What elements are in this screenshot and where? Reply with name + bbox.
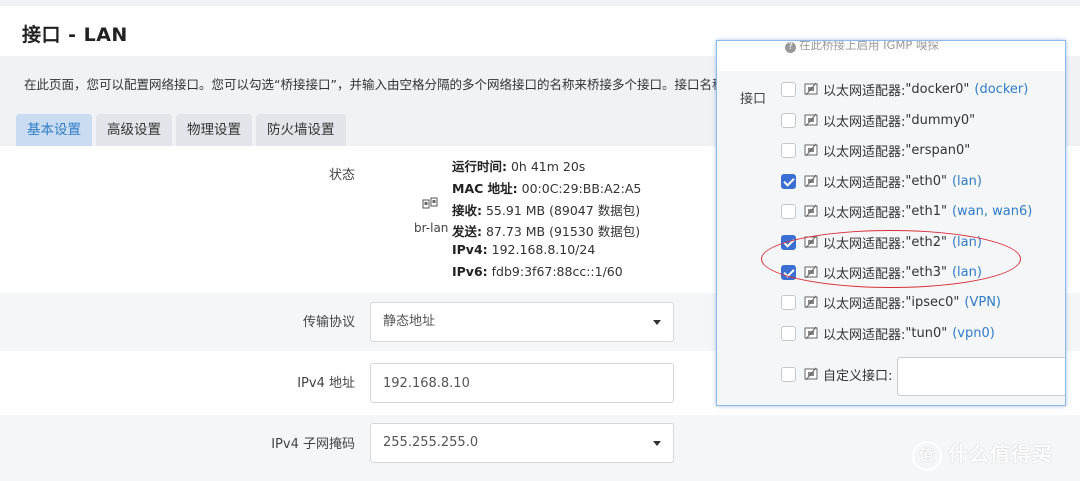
interface-option-zone: (vpn0) — [952, 325, 995, 341]
stat-mac: MAC 地址: 00:0C:29:BB:A2:A5 — [452, 178, 641, 197]
status-device: br-lan — [414, 221, 449, 235]
ethernet-adapter-icon — [804, 295, 818, 309]
interface-option-label: 以太网适配器: — [823, 296, 906, 312]
netmask-select[interactable]: 255.255.255.0 — [370, 423, 674, 463]
uptime-label: 运行时间: — [452, 159, 507, 174]
interface-checkbox[interactable] — [781, 173, 796, 189]
custom-interface-option[interactable]: 自定义接口: — [781, 364, 892, 384]
igmp-hint-text: 在此桥接上启用 IGMP 嗅探 — [799, 40, 939, 52]
interface-option-name: "dummy0" — [905, 112, 976, 128]
interface-checkbox[interactable] — [781, 81, 796, 97]
interface-option-label: 以太网适配器: — [823, 175, 906, 191]
interface-option-zone: (wan, wan6) — [951, 203, 1033, 219]
interface-option[interactable]: 以太网适配器: "erspan0" — [781, 140, 970, 160]
ipv4-label: IPv4: — [452, 242, 488, 257]
interface-option-name: "eth1" — [905, 203, 947, 219]
popup-hint-area: ? 在此桥接上启用 IGMP 嗅探 — [717, 41, 1065, 71]
interface-option-name: "tun0" — [905, 325, 948, 341]
ethernet-adapter-icon — [804, 367, 818, 381]
ipv4-address-input[interactable] — [370, 363, 674, 403]
interface-checkbox[interactable] — [781, 142, 796, 158]
interface-option-zone: (VPN) — [964, 294, 1002, 310]
tab-basic-settings[interactable]: 基本设置 — [16, 114, 92, 146]
custom-interface-label: 自定义接口: — [823, 368, 893, 384]
watermark-text: 什么值得买 — [948, 442, 1053, 466]
protocol-label: 传输协议 — [302, 315, 355, 330]
tx-value: 87.73 MB (91530 数据包) — [485, 224, 641, 239]
stat-ipv4: IPv4: 192.168.8.10/24 — [452, 242, 595, 257]
ipv6-value: fdb9:3f67:88cc::1/60 — [491, 264, 623, 279]
interface-checkbox[interactable] — [781, 325, 796, 341]
stat-tx: 发送: 87.73 MB (91530 数据包) — [452, 221, 640, 240]
interface-option[interactable]: 以太网适配器: "docker0" (docker) — [781, 79, 1028, 99]
ipv4-address-label: IPv4 地址 — [297, 376, 355, 391]
ethernet-adapter-icon — [804, 204, 818, 218]
mac-value: 00:0C:29:BB:A2:A5 — [521, 181, 642, 196]
interface-option[interactable]: 以太网适配器: "ipsec0" (VPN) — [781, 292, 1001, 312]
status-label: 状态 — [328, 168, 355, 183]
interface-option-zone: (docker) — [974, 81, 1029, 97]
interface-dropdown-panel: ? 在此桥接上启用 IGMP 嗅探 接口 以太网适配器: "docker0" (do… — [716, 40, 1066, 406]
tab-bar: 基本设置 高级设置 物理设置 防火墙设置 — [16, 114, 350, 146]
uptime-value: 0h 41m 20s — [510, 159, 586, 174]
interface-option-label: 以太网适配器: — [823, 114, 906, 130]
interface-option-label: 以太网适配器: — [823, 205, 906, 221]
watermark: 值什么值得买 — [912, 438, 1053, 471]
rx-label: 接收: — [452, 203, 482, 218]
ethernet-adapter-icon — [804, 113, 818, 127]
interface-label: 接口 — [740, 92, 767, 107]
interface-option-label: 以太网适配器: — [823, 83, 906, 99]
interface-option-name: "docker0" — [905, 81, 970, 97]
protocol-value: 静态地址 — [383, 314, 436, 329]
protocol-select[interactable]: 静态地址 — [370, 302, 674, 342]
interface-checkbox[interactable] — [781, 112, 796, 128]
rx-value: 55.91 MB (89047 数据包) — [485, 203, 641, 218]
interface-checkbox[interactable] — [781, 294, 796, 310]
tab-firewall-settings[interactable]: 防火墙设置 — [256, 114, 346, 146]
interface-option[interactable]: 以太网适配器: "dummy0" — [781, 110, 975, 130]
interface-option-name: "erspan0" — [905, 142, 971, 158]
ethernet-adapter-icon — [804, 82, 818, 96]
interface-checkbox[interactable] — [781, 203, 796, 219]
interface-option-name: "ipsec0" — [905, 294, 960, 310]
interface-option-name: "eth0" — [905, 173, 947, 189]
watermark-logo-icon: 值 — [912, 440, 942, 471]
custom-interface-checkbox[interactable] — [781, 366, 796, 382]
ipv6-label: IPv6: — [452, 264, 488, 279]
tab-physical-settings[interactable]: 物理设置 — [176, 114, 252, 146]
ipv4-value: 192.168.8.10/24 — [491, 242, 596, 257]
interface-option[interactable]: 以太网适配器: "eth0" (lan) — [781, 171, 982, 191]
ethernet-adapter-icon — [804, 326, 818, 340]
interface-option-zone: (lan) — [951, 173, 982, 189]
page-description: 在此页面，您可以配置网络接口。您可以勾选“桥接接口”，并输入由空格分隔的多个网络… — [24, 77, 737, 92]
custom-interface-input[interactable] — [897, 357, 1065, 396]
interface-option-label: 以太网适配器: — [823, 144, 906, 160]
mac-label: MAC 地址: — [452, 181, 518, 196]
chevron-down-icon — [653, 441, 661, 446]
interface-option[interactable]: 以太网适配器: "eth1" (wan, wan6) — [781, 201, 1032, 221]
ethernet-adapter-icon — [804, 143, 818, 157]
bridge-icon — [422, 197, 438, 209]
tx-label: 发送: — [452, 224, 482, 239]
interface-option-label: 以太网适配器: — [823, 327, 906, 343]
chevron-down-icon — [653, 320, 661, 325]
page-title: 接口 - LAN — [22, 24, 128, 46]
interface-option[interactable]: 以太网适配器: "tun0" (vpn0) — [781, 323, 995, 343]
stat-rx: 接收: 55.91 MB (89047 数据包) — [452, 200, 640, 219]
stat-uptime: 运行时间: 0h 41m 20s — [452, 156, 585, 175]
igmp-hint: ? 在此桥接上启用 IGMP 嗅探 — [785, 40, 939, 53]
ethernet-adapter-icon — [804, 174, 818, 188]
stat-ipv6: IPv6: fdb9:3f67:88cc::1/60 — [452, 264, 623, 279]
netmask-value: 255.255.255.0 — [383, 435, 479, 450]
netmask-label: IPv4 子网掩码 — [271, 437, 355, 452]
info-icon: ? — [785, 42, 796, 53]
annotation-ellipse — [761, 230, 1021, 288]
tab-advanced-settings[interactable]: 高级设置 — [96, 114, 172, 146]
